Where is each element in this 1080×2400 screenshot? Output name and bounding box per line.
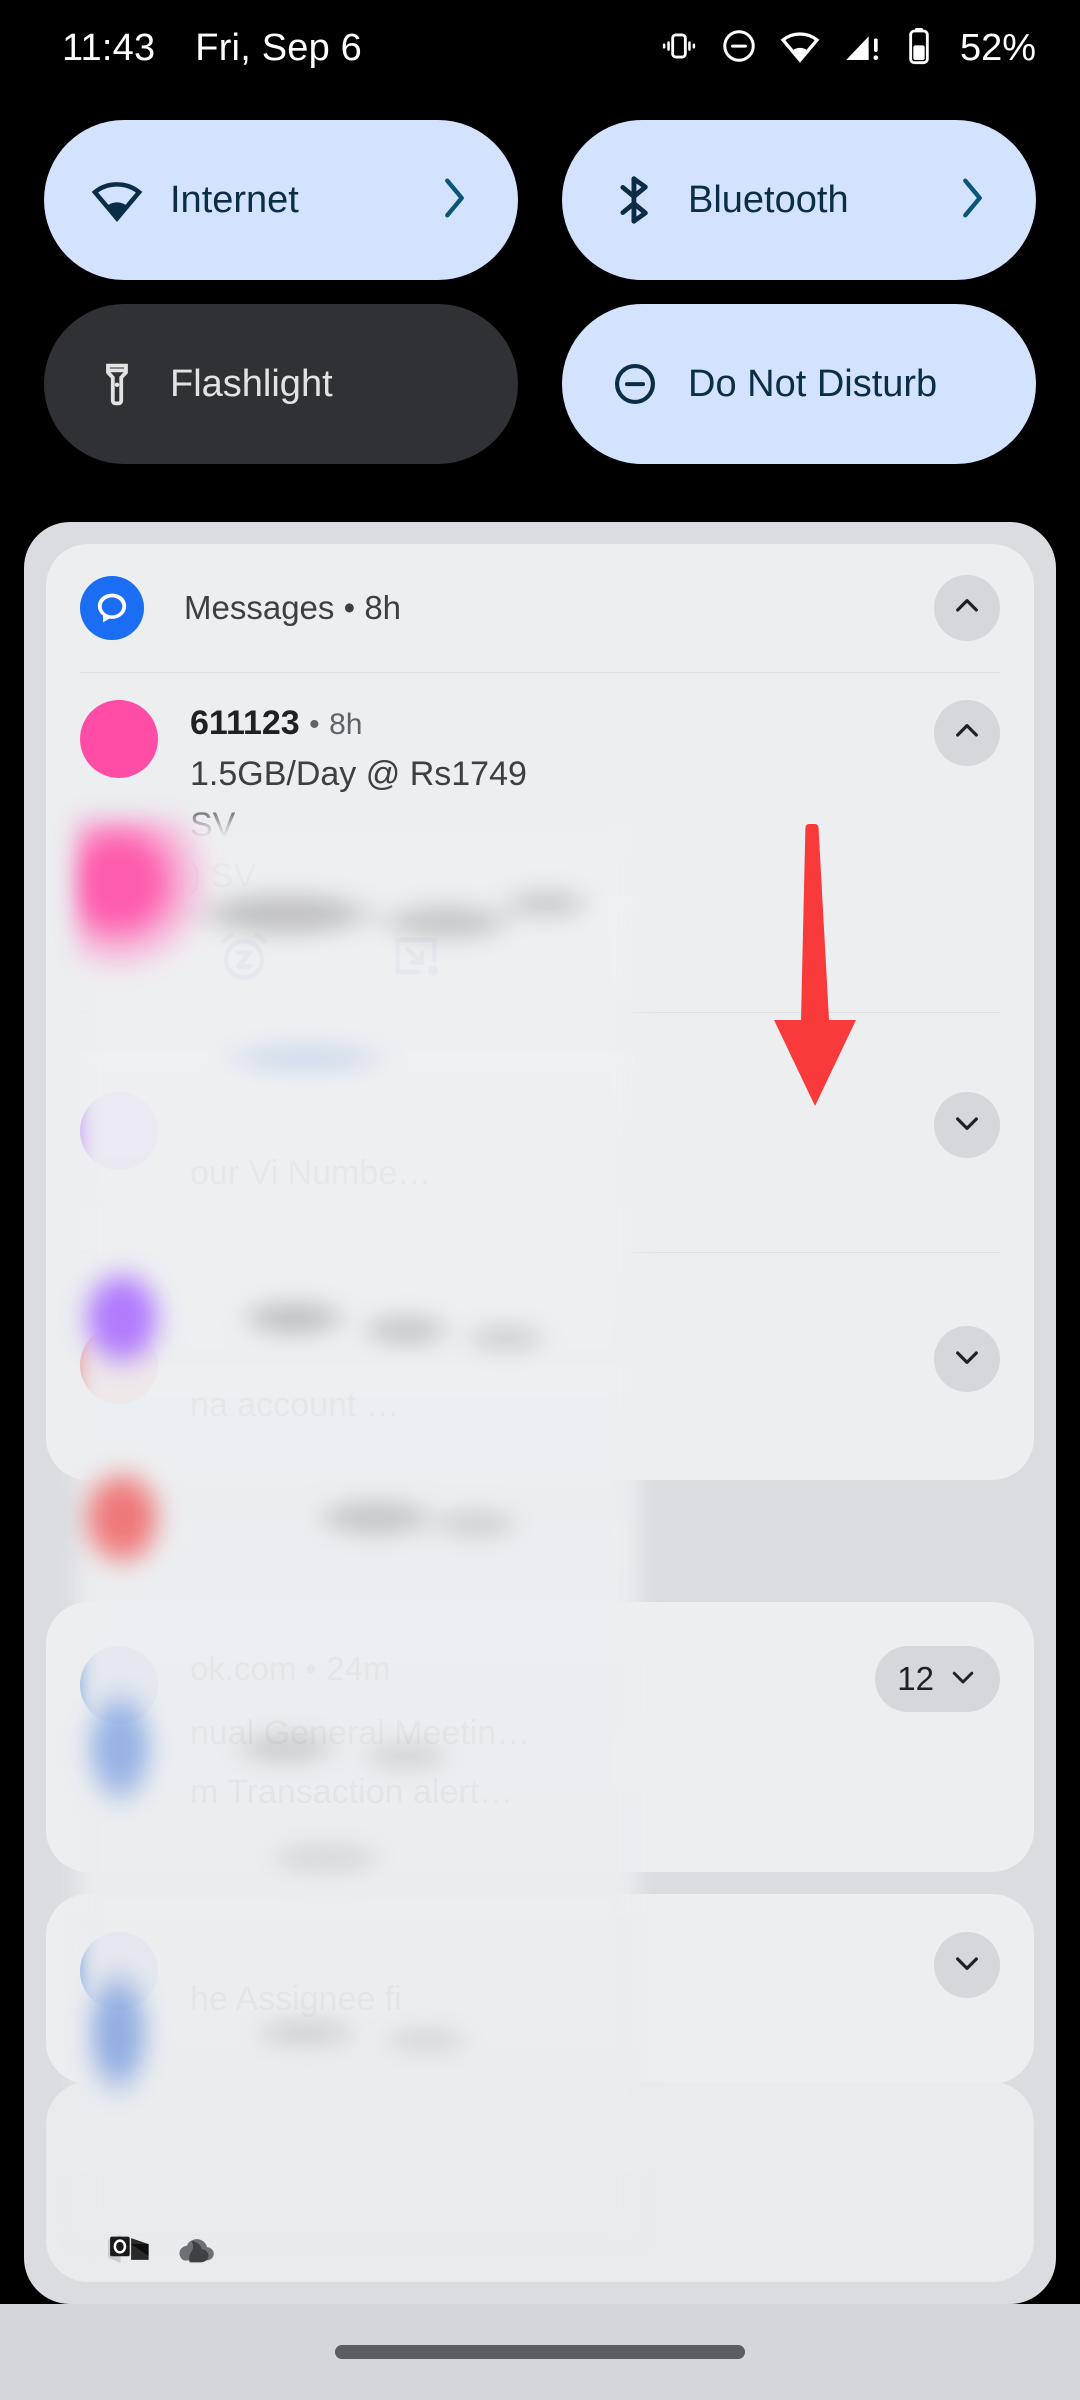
notification-line: he Assignee fi xyxy=(190,1980,402,2018)
sender-separator: • xyxy=(309,708,320,741)
chevron-down-icon xyxy=(951,1341,983,1378)
chevron-right-icon[interactable] xyxy=(956,175,990,226)
quick-settings-row-2: Flashlight Do Not Disturb xyxy=(0,304,1080,464)
group-time: 8h xyxy=(364,589,402,626)
notification-expand-button[interactable] xyxy=(934,1092,1000,1158)
quick-tile-flashlight[interactable]: Flashlight xyxy=(44,304,518,464)
notification-time: 24m xyxy=(326,1650,391,1687)
sender-name: ok.com xyxy=(190,1650,297,1687)
notification-item[interactable]: he Assignee fi xyxy=(46,1894,1034,2041)
quick-tile-label: Do Not Disturb xyxy=(688,362,938,405)
avatar xyxy=(80,1326,158,1404)
quick-settings-row-1: Internet Bluetooth xyxy=(0,120,1080,280)
chevron-right-icon[interactable] xyxy=(438,175,472,226)
status-bar-left: 11:43 Fri, Sep 6 xyxy=(62,27,362,70)
chevron-up-icon xyxy=(951,715,983,752)
notification-list: Messages • 8h 611123 • 8h 1.5GB/Day @ Rs… xyxy=(24,522,1056,2304)
bubble-button[interactable] xyxy=(380,922,452,994)
status-bar: 11:43 Fri, Sep 6 52% xyxy=(0,0,1080,96)
notification-line: nual General Meetin… xyxy=(190,1714,531,1752)
sender-name: 611123 xyxy=(190,704,300,742)
notification-body: na account … xyxy=(190,1326,916,1425)
chevron-down-icon xyxy=(951,1947,983,1984)
cellular-signal-warning-icon xyxy=(842,26,882,71)
messages-icon xyxy=(80,576,144,640)
avatar xyxy=(80,700,158,778)
quick-tile-do-not-disturb[interactable]: Do Not Disturb xyxy=(562,304,1036,464)
battery-icon xyxy=(904,26,934,71)
do-not-disturb-icon xyxy=(608,359,662,409)
status-bar-clock: 11:43 xyxy=(62,26,156,69)
notification-line: na account … xyxy=(190,1386,400,1424)
notification-count-badge: 12 xyxy=(897,1660,934,1697)
outlook-icon xyxy=(108,2232,150,2271)
group-expand-button[interactable]: 12 xyxy=(875,1646,1000,1712)
battery-percent-label: 52% xyxy=(959,26,1036,69)
quick-tile-label: Bluetooth xyxy=(688,178,849,221)
group-header-messages[interactable]: Messages • 8h xyxy=(46,544,1034,672)
notification-collapse-button[interactable] xyxy=(934,700,1000,766)
notification-item[interactable]: our Vi Numbe… xyxy=(46,1012,1034,1252)
avatar xyxy=(80,1646,158,1724)
notification-item[interactable]: ok.com • 24m nual General Meetin… m Tran… xyxy=(46,1602,1034,1834)
chevron-down-icon xyxy=(948,1662,978,1697)
group-app-name: Messages xyxy=(184,589,335,626)
snooze-alarm-icon xyxy=(214,926,274,991)
annotation-arrow xyxy=(757,820,877,1110)
notification-body: ok.com • 24m nual General Meetin… m Tran… xyxy=(190,1646,857,1812)
notification-shade: Messages • 8h 611123 • 8h 1.5GB/Day @ Rs… xyxy=(24,522,1056,2304)
notification-expand-button[interactable] xyxy=(934,1326,1000,1392)
chevron-up-icon xyxy=(951,590,983,627)
bubble-minimize-icon xyxy=(387,927,445,990)
vibrate-icon xyxy=(660,27,698,70)
notification-time: 8h xyxy=(329,708,363,741)
group-title: Messages • 8h xyxy=(184,589,401,627)
chevron-down-icon xyxy=(951,1107,983,1144)
notification-group-messages: Messages • 8h 611123 • 8h 1.5GB/Day @ Rs… xyxy=(46,544,1034,1480)
quick-tile-label: Flashlight xyxy=(170,362,333,405)
quick-tile-internet[interactable]: Internet xyxy=(44,120,518,280)
notification-sender: ok.com • 24m xyxy=(190,1650,857,1688)
notification-line: m Transaction alert… xyxy=(190,1773,514,1811)
sender-separator: • xyxy=(305,1650,318,1687)
notification-item[interactable]: 611123 • 8h 1.5GB/Day @ Rs1749 SV ) SV xyxy=(46,672,1034,1012)
silent-section-app-icons xyxy=(108,2232,216,2271)
group-collapse-button[interactable] xyxy=(934,575,1000,641)
notification-head: na account … xyxy=(80,1280,1000,1425)
notification-sender: 611123 • 8h xyxy=(190,704,916,743)
quick-tile-bluetooth[interactable]: Bluetooth xyxy=(562,120,1036,280)
notification-line: our Vi Numbe… xyxy=(190,1154,432,1192)
notification-expand-button[interactable] xyxy=(934,1932,1000,1998)
home-gesture-pill[interactable] xyxy=(335,2345,745,2359)
onedrive-icon xyxy=(174,2234,216,2269)
notification-item[interactable]: na account … xyxy=(46,1252,1034,1480)
avatar xyxy=(80,1932,158,2010)
status-bar-date: Fri, Sep 6 xyxy=(195,26,363,69)
navigation-bar xyxy=(0,2304,1080,2400)
notification-line: 1.5GB/Day @ Rs1749 xyxy=(190,755,527,793)
notification-group-outlook[interactable]: ok.com • 24m nual General Meetin… m Tran… xyxy=(46,1602,1034,1872)
quick-settings-panel: Internet Bluetooth Flashlight Do Not Dis… xyxy=(0,120,1080,488)
avatar xyxy=(80,1092,158,1170)
flashlight-icon xyxy=(90,360,144,408)
notification-head: ok.com • 24m nual General Meetin… m Tran… xyxy=(80,1646,1000,1812)
bluetooth-icon xyxy=(608,174,662,226)
notification-head: he Assignee fi xyxy=(80,1932,1000,2019)
do-not-disturb-icon xyxy=(720,27,758,70)
status-bar-right: 52% xyxy=(660,26,1036,71)
group-separator: • xyxy=(343,589,356,626)
wifi-icon xyxy=(780,26,820,71)
snooze-button[interactable] xyxy=(208,922,280,994)
wifi-icon xyxy=(90,174,144,226)
notification-body: he Assignee fi xyxy=(190,1932,916,2019)
quick-tile-label: Internet xyxy=(170,178,299,221)
notification-group-last[interactable]: he Assignee fi xyxy=(46,1894,1034,2084)
